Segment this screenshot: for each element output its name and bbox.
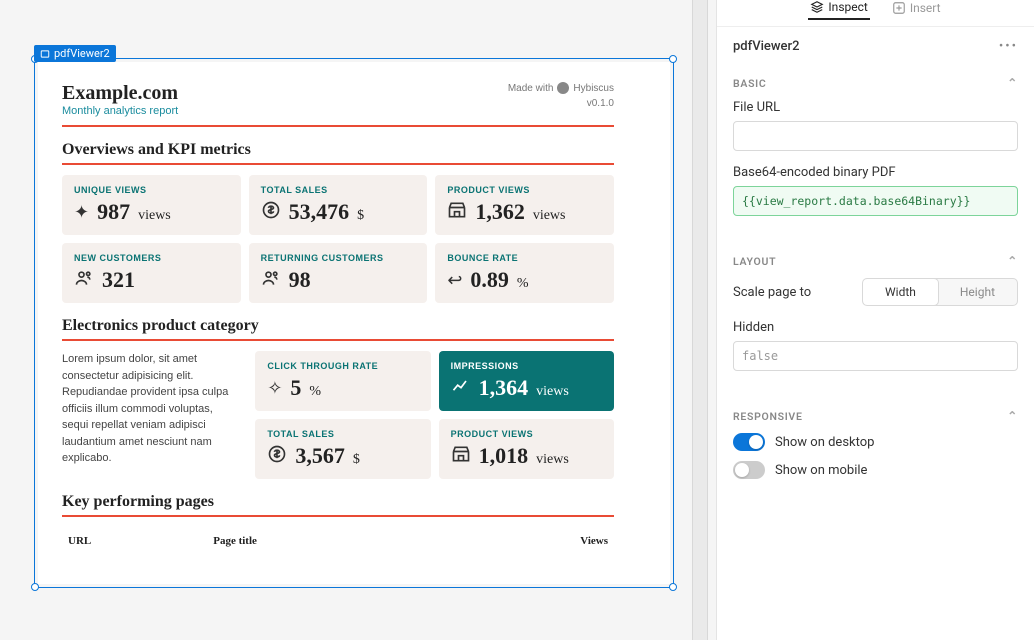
scale-option-height[interactable]: Height: [938, 279, 1017, 305]
table-header-views: Views: [448, 529, 612, 553]
tab-insert[interactable]: Insert: [890, 0, 943, 20]
base64-input[interactable]: [733, 186, 1018, 216]
pdf-subtitle: Monthly analytics report: [62, 105, 178, 117]
toggle-show-mobile[interactable]: [733, 461, 765, 479]
panel-gutter[interactable]: [692, 0, 708, 640]
section-title-overview: Overviews and KPI metrics: [62, 141, 614, 165]
insert-icon: [892, 1, 906, 15]
made-with: Made with Hybiscus: [508, 82, 614, 94]
canvas-area[interactable]: pdfViewer2 Example.com Monthly analytics…: [0, 0, 692, 640]
panel-header-responsive[interactable]: Responsive ⌃: [733, 409, 1018, 423]
kpi-bounce-rate: BOUNCE RATE ↩ 0.89 %: [435, 243, 614, 303]
field-label-file-url: File URL: [733, 100, 1018, 115]
kpi-product-views-2: PRODUCT VIEWS 1,018 views: [439, 419, 614, 479]
hybiscus-logo-icon: [557, 82, 569, 94]
field-label-base64: Base64-encoded binary PDF: [733, 165, 1018, 180]
body-text: Lorem ipsum dolor, sit amet consectetur …: [62, 351, 241, 467]
kpi-impressions: IMPRESSIONS 1,364 views: [439, 351, 614, 411]
inspector-panel: Inspect Insert pdfViewer2 ••• Basic ⌃ Fi…: [716, 0, 1034, 640]
pdf-title: Example.com: [62, 82, 178, 105]
chevron-up-icon: ⌃: [1007, 409, 1018, 423]
selection-label: pdfViewer2: [34, 45, 116, 62]
toggle-label-desktop: Show on desktop: [775, 435, 874, 450]
scale-label: Scale page to: [733, 285, 811, 300]
pdf-viewer[interactable]: Example.com Monthly analytics report Mad…: [38, 62, 670, 584]
store-icon: [447, 200, 467, 225]
chart-icon: [451, 376, 471, 401]
pdf-page: Example.com Monthly analytics report Mad…: [38, 62, 638, 575]
kpi-ctr: CLICK THROUGH RATE ✧ 5 %: [255, 351, 430, 411]
section-title-pages: Key performing pages: [62, 493, 614, 517]
store-icon: [451, 444, 471, 469]
component-menu-button[interactable]: •••: [999, 39, 1018, 54]
panel-header-layout[interactable]: Layout ⌃: [733, 254, 1018, 268]
panel-header-basic[interactable]: Basic ⌃: [733, 76, 1018, 90]
kpi-new-customers: NEW CUSTOMERS 321: [62, 243, 241, 303]
resize-handle-br[interactable]: [669, 583, 677, 591]
dollar-circle-icon: [267, 444, 287, 469]
table-header-page-title: Page title: [209, 529, 446, 553]
dollar-circle-icon: [261, 200, 281, 225]
pdf-scroll-area[interactable]: Example.com Monthly analytics report Mad…: [38, 62, 670, 584]
key-pages-table: URL Page title Views: [62, 527, 614, 555]
hidden-label: Hidden: [733, 320, 1018, 335]
return-icon: ↩: [447, 270, 462, 291]
resize-handle-bl[interactable]: [31, 583, 39, 591]
scale-segmented-control: Width Height: [862, 278, 1018, 306]
click-icon: ✧: [267, 378, 282, 399]
toggle-show-desktop[interactable]: [733, 433, 765, 451]
chevron-up-icon: ⌃: [1007, 76, 1018, 90]
resize-handle-tr[interactable]: [669, 55, 677, 63]
kpi-unique-views: UNIQUE VIEWS ✦ 987 views: [62, 175, 241, 235]
kpi-returning-customers: RETURNING CUSTOMERS 98: [249, 243, 428, 303]
pdf-version: v0.1.0: [508, 98, 614, 109]
kpi-product-views: PRODUCT VIEWS 1,362 views: [435, 175, 614, 235]
table-header-url: URL: [64, 529, 207, 553]
scale-option-width[interactable]: Width: [863, 279, 938, 305]
kpi-total-sales: TOTAL SALES 53,476 $: [249, 175, 428, 235]
layers-icon: [810, 0, 824, 14]
users-icon: [74, 268, 94, 293]
toggle-label-mobile: Show on mobile: [775, 463, 867, 478]
tab-inspect[interactable]: Inspect: [808, 0, 869, 20]
component-name: pdfViewer2: [733, 39, 800, 54]
component-icon: [40, 49, 50, 59]
kpi-total-sales-2: TOTAL SALES 3,567 $: [255, 419, 430, 479]
chevron-up-icon: ⌃: [1007, 254, 1018, 268]
selection-label-text: pdfViewer2: [54, 47, 110, 60]
file-url-input[interactable]: [733, 121, 1018, 151]
hidden-input[interactable]: [733, 341, 1018, 371]
section-title-electronics: Electronics product category: [62, 317, 614, 341]
users-icon: [261, 268, 281, 293]
sparkle-icon: ✦: [74, 202, 89, 223]
